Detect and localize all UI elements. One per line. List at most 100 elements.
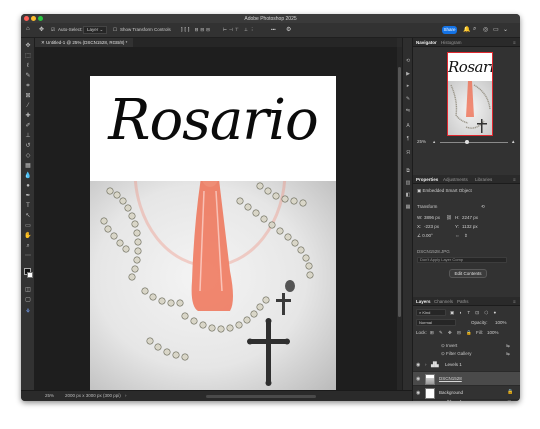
tab-histogram[interactable]: Histogram bbox=[441, 40, 462, 45]
screen-mode-icon[interactable]: ▢ bbox=[24, 296, 32, 304]
expand-chevron-icon[interactable]: › bbox=[425, 362, 427, 367]
swatches-icon[interactable]: ▥ bbox=[405, 180, 411, 186]
layer-row-dscn1528[interactable]: ◉ DSCN1528 bbox=[413, 372, 520, 386]
crop-tool-icon[interactable]: ⌗ bbox=[24, 82, 32, 90]
x-value[interactable]: -223 px bbox=[424, 224, 439, 229]
pen-tool-icon[interactable]: ✒ bbox=[24, 192, 32, 200]
filter-options-icon[interactable]: ⇋ bbox=[506, 351, 510, 357]
share-button[interactable]: Share bbox=[442, 26, 457, 34]
y-value[interactable]: 1132 px bbox=[462, 224, 478, 229]
tab-paths[interactable]: Paths bbox=[457, 299, 469, 304]
bell-icon[interactable]: 🔔 bbox=[463, 26, 470, 33]
search-icon[interactable]: ⌕ bbox=[473, 26, 476, 33]
status-chevron-icon[interactable]: › bbox=[125, 391, 127, 401]
align-icons[interactable]: ⫿⫿⫿ ⊟⊟⊟ bbox=[181, 27, 212, 33]
tab-libraries[interactable]: Libraries bbox=[475, 177, 492, 182]
paragraph-icon[interactable]: ¶ bbox=[405, 136, 411, 142]
workspace-dropdown-icon[interactable]: ⌄ bbox=[503, 26, 508, 33]
glyphs-icon[interactable]: Я bbox=[405, 150, 411, 156]
layer-row-background[interactable]: ◉ Background 🔒 bbox=[413, 386, 520, 400]
layers-footer-icons[interactable]: ⛓ fx ◘ ◐ ▬ ⊞ 🗑 bbox=[446, 400, 520, 401]
brush-settings-icon[interactable]: ✎ bbox=[405, 96, 411, 102]
actions-play-icon[interactable]: ▶ bbox=[405, 71, 411, 77]
smart-filter-invert[interactable]: ⊙ Invert ⇋ bbox=[441, 343, 510, 349]
zoom-slider-thumb[interactable] bbox=[465, 139, 469, 144]
distribute-icons[interactable]: ⊢⊣⊤ ⊥⋮ bbox=[223, 27, 256, 33]
fill-value[interactable]: 100% bbox=[487, 330, 499, 335]
home-icon[interactable]: ⌂ bbox=[26, 26, 30, 32]
edit-contents-button[interactable]: Edit Contents bbox=[449, 269, 487, 278]
filter-options-icon[interactable]: ⇋ bbox=[506, 343, 510, 349]
panel-menu-icon[interactable]: ≡ bbox=[513, 177, 516, 182]
blend-mode-dropdown[interactable]: Normal bbox=[416, 319, 456, 326]
quick-select-tool-icon[interactable]: ✎ bbox=[24, 72, 32, 80]
cloud-icon[interactable]: ⚘ bbox=[24, 308, 32, 316]
tab-channels[interactable]: Channels bbox=[434, 299, 453, 304]
tab-properties[interactable]: Properties bbox=[416, 177, 438, 182]
quick-mask-icon[interactable]: ◫ bbox=[24, 286, 32, 294]
edit-toolbar-icon[interactable]: ⋯ bbox=[24, 252, 32, 260]
history-brush-icon[interactable]: ↺ bbox=[24, 142, 32, 150]
rectangle-tool-icon[interactable]: ▭ bbox=[24, 222, 32, 230]
flip-vertical-icon[interactable]: ⇕ bbox=[464, 233, 468, 239]
more-options-button[interactable]: ••• bbox=[271, 27, 276, 32]
blur-tool-icon[interactable]: 💧 bbox=[24, 172, 32, 180]
path-select-icon[interactable]: ↖ bbox=[24, 212, 32, 220]
patterns-icon[interactable]: ▦ bbox=[405, 204, 411, 210]
angle-value[interactable]: 0.00° bbox=[422, 233, 433, 238]
adjust-icon[interactable]: ⇋ bbox=[405, 108, 411, 114]
visibility-eye-icon[interactable]: ◉ bbox=[416, 376, 422, 382]
eraser-tool-icon[interactable]: ◇ bbox=[24, 152, 32, 160]
visibility-eye-icon[interactable]: ◉ bbox=[416, 362, 422, 368]
h-value[interactable]: 2247 px bbox=[462, 215, 478, 220]
navigator-zoom-value[interactable]: 25% bbox=[417, 139, 426, 144]
panel-menu-icon[interactable]: ≡ bbox=[513, 299, 516, 304]
zoom-in-icon[interactable]: ▲ bbox=[511, 139, 515, 144]
flip-horizontal-icon[interactable]: ⇔ bbox=[455, 233, 460, 238]
vertical-scroll-thumb[interactable] bbox=[398, 67, 401, 317]
tab-adjustments[interactable]: Adjustments bbox=[443, 177, 468, 182]
lock-icons[interactable]: ⊞ ✎ ✥ ⊟ 🔒 bbox=[430, 330, 474, 336]
layer-comp-dropdown[interactable]: Don't Apply Layer Comp bbox=[417, 257, 507, 263]
reset-transform-icon[interactable]: ⟲ bbox=[481, 204, 485, 210]
document-tab[interactable]: ✕ Untitled-1 @ 25% (DSCN1528, RGB/8) * bbox=[35, 38, 134, 47]
marquee-tool-icon[interactable]: ⬚ bbox=[24, 52, 32, 60]
hand-tool-icon[interactable]: ✋ bbox=[24, 232, 32, 240]
zoom-slider-track[interactable] bbox=[440, 141, 508, 143]
kind-filter-dropdown[interactable]: ⌕ Kind bbox=[416, 309, 446, 316]
history-icon[interactable]: ⟲ bbox=[405, 58, 411, 64]
auto-select-checkbox[interactable]: ☑ bbox=[51, 27, 55, 33]
tab-navigator[interactable]: Navigator bbox=[416, 40, 437, 45]
smart-filter-gallery[interactable]: ⊙ Filter Gallery ⇋ bbox=[441, 351, 510, 357]
document-canvas[interactable]: Rosario bbox=[90, 76, 336, 394]
layer-comps-icon[interactable]: ▸ bbox=[405, 83, 411, 89]
move-tool-icon[interactable]: ✥ bbox=[24, 42, 32, 50]
auto-select-dropdown[interactable]: Layer ⌄ bbox=[83, 26, 108, 34]
discover-icon[interactable]: ◎ bbox=[483, 26, 488, 33]
clone-stamp-icon[interactable]: ⊥ bbox=[24, 132, 32, 140]
workspace-icon[interactable]: ▭ bbox=[493, 26, 499, 33]
tab-layers[interactable]: Layers bbox=[416, 299, 431, 304]
panel-menu-icon[interactable]: ≡ bbox=[513, 40, 516, 45]
horizontal-scrollbar[interactable] bbox=[206, 395, 316, 398]
styles-icon[interactable]: ⧉ bbox=[405, 168, 411, 174]
eyedropper-tool-icon[interactable]: ⁄ bbox=[24, 102, 32, 110]
zoom-level[interactable]: 25% bbox=[45, 391, 54, 401]
layer-filter-icons[interactable]: ▣ ◐ T ⊡ ⬡ ● bbox=[450, 310, 498, 316]
healing-brush-icon[interactable]: ✚ bbox=[24, 112, 32, 120]
gradient-tool-icon[interactable]: ▦ bbox=[24, 162, 32, 170]
visibility-eye-icon[interactable]: ◉ bbox=[416, 390, 422, 396]
zoom-out-icon[interactable]: ▴ bbox=[433, 139, 435, 145]
type-tool-icon[interactable]: T bbox=[24, 202, 32, 210]
link-icon[interactable]: ⛓ bbox=[446, 215, 452, 221]
canvas-area[interactable]: Rosario bbox=[35, 47, 397, 394]
transform-controls-checkbox[interactable]: ☐ bbox=[113, 27, 117, 33]
settings-gear-icon[interactable]: ⚙ bbox=[286, 26, 291, 33]
dodge-tool-icon[interactable]: ● bbox=[24, 182, 32, 190]
navigator-preview[interactable]: Rosario bbox=[447, 52, 493, 136]
frame-tool-icon[interactable]: ⊠ bbox=[24, 92, 32, 100]
move-tool-icon[interactable]: ✥ bbox=[39, 26, 44, 33]
w-value[interactable]: 3896 px bbox=[424, 215, 440, 220]
gradients-icon[interactable]: ◧ bbox=[405, 192, 411, 198]
lasso-tool-icon[interactable]: ℓ bbox=[24, 62, 32, 70]
